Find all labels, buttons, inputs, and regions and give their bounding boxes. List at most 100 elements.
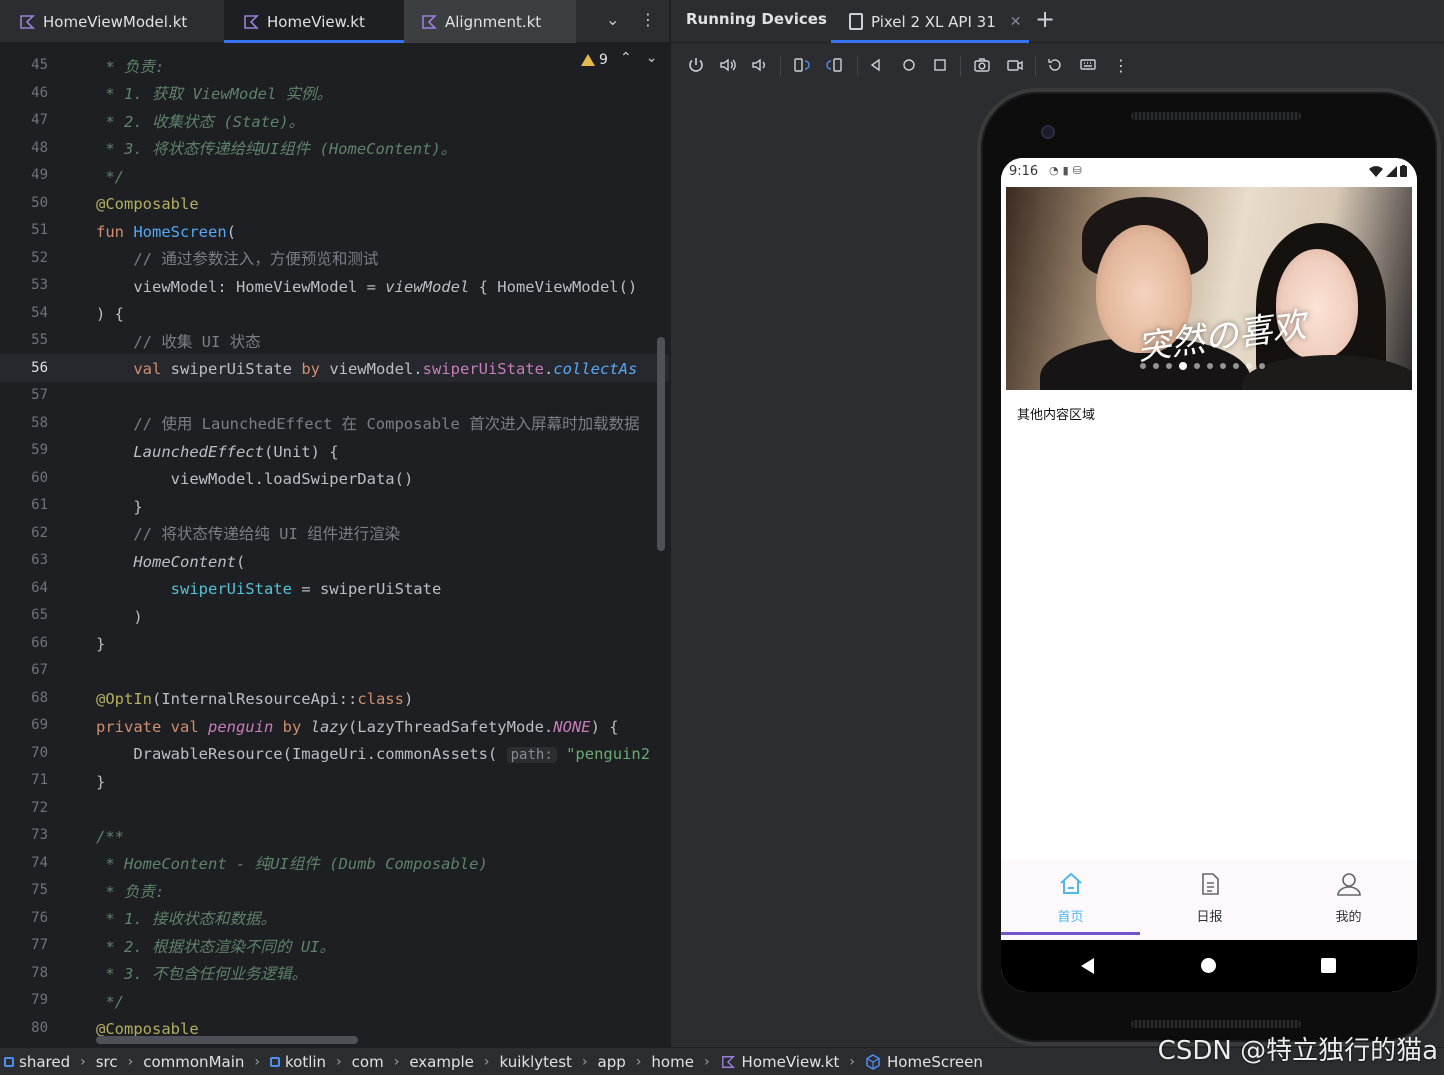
line-number: 66 (31, 634, 48, 651)
vertical-scrollbar[interactable] (657, 337, 665, 551)
back-icon[interactable] (865, 54, 887, 76)
back-icon[interactable] (1081, 958, 1094, 974)
nav-item-profile[interactable]: 我的 (1279, 860, 1417, 940)
chevron-down-icon[interactable]: ⌄ (606, 10, 619, 29)
kotlin-file-icon (721, 1055, 735, 1068)
code-line-68: @OptIn(InternalResourceApi::class) (96, 690, 414, 708)
front-camera (1041, 125, 1055, 139)
chevron-right-icon: › (483, 1053, 490, 1070)
home-icon[interactable] (898, 54, 920, 76)
line-number: 67 (31, 662, 48, 678)
code-editor[interactable]: HomeViewModel.kt HomeView.kt Alignment.k… (0, 0, 669, 1047)
breadcrumb-item[interactable]: kotlin (269, 1053, 326, 1071)
tab-pixel-device[interactable]: Pixel 2 XL API 31 ✕ (831, 0, 1029, 43)
kotlin-file-icon (244, 14, 259, 29)
power-icon[interactable] (685, 54, 707, 76)
breadcrumb-item[interactable]: com (352, 1053, 384, 1071)
banner-page-indicator (1140, 362, 1265, 370)
line-number: 59 (31, 442, 48, 458)
line-number: 80 (31, 1019, 48, 1036)
breadcrumb-label: app (597, 1052, 626, 1071)
code-line-50: @Composable (96, 195, 199, 213)
line-number: 53 (31, 277, 48, 293)
breadcrumb-item[interactable]: src (96, 1053, 118, 1071)
content-placeholder: 其他内容区域 (1017, 408, 1096, 423)
line-number: 55 (31, 332, 48, 348)
breadcrumb-item[interactable]: HomeScreen (865, 1053, 983, 1071)
page-dot (1140, 363, 1146, 369)
breadcrumb-label: kuiklytest (499, 1052, 572, 1071)
line-number: 58 (31, 414, 48, 431)
code-line-46: * 1. 获取 ViewModel 实例。 (96, 85, 333, 103)
tab-homeview-kt[interactable]: HomeView.kt (224, 0, 404, 43)
chevron-up-icon[interactable]: ⌃ (620, 50, 646, 66)
breadcrumb-item[interactable]: example (409, 1053, 474, 1071)
volume-down-icon[interactable] (748, 54, 770, 76)
nav-item-home[interactable]: 首页 (1001, 860, 1140, 940)
breadcrumb-item[interactable]: app (598, 1053, 626, 1071)
nav-label: 我的 (1335, 910, 1362, 925)
volume-up-icon[interactable] (717, 54, 739, 76)
device-tab-label: Pixel 2 XL API 31 (871, 12, 996, 31)
module-icon (4, 1056, 14, 1067)
reset-icon[interactable] (1044, 54, 1066, 76)
document-icon (1201, 873, 1219, 895)
close-icon[interactable]: ✕ (1010, 14, 1022, 30)
code-line-76: * 1. 接收状态和数据。 (96, 910, 276, 928)
nav-item-daily[interactable]: 日报 (1140, 860, 1279, 940)
code-line-74: * HomeContent - 纯UI组件 (Dumb Composable) (96, 855, 488, 873)
warning-icon (581, 54, 595, 66)
code-line-71: } (96, 773, 106, 791)
home-button-icon[interactable] (1201, 958, 1216, 973)
code-line-78: * 3. 不包含任何业务逻辑。 (96, 965, 307, 983)
tab-homeviewmodel-kt[interactable]: HomeViewModel.kt (0, 0, 224, 43)
rotate-right-icon[interactable] (824, 54, 846, 76)
chevron-down-icon[interactable]: ⌄ (646, 50, 672, 66)
breadcrumb-item[interactable]: HomeView.kt (720, 1053, 839, 1071)
editor-tab-bar: HomeViewModel.kt HomeView.kt Alignment.k… (0, 0, 669, 43)
device-icon (849, 13, 863, 30)
page-dot (1220, 363, 1226, 369)
tab-alignment-kt[interactable]: Alignment.kt (404, 0, 576, 43)
breadcrumb-item[interactable]: home (651, 1053, 694, 1071)
add-device-icon[interactable]: + (1035, 5, 1055, 33)
line-number: 52 (31, 249, 48, 266)
more-icon[interactable]: ⋮ (1110, 54, 1132, 76)
overview-icon[interactable] (929, 54, 951, 76)
horizontal-scrollbar[interactable] (96, 1036, 358, 1044)
keyboard-icon[interactable] (1077, 54, 1099, 76)
screenshot-icon[interactable] (971, 54, 993, 76)
kotlin-file-icon (422, 14, 437, 29)
toolbar-separator (960, 56, 961, 76)
rotate-left-icon[interactable] (790, 54, 812, 76)
page-dot (1207, 363, 1213, 369)
breadcrumb-item[interactable]: kuiklytest (500, 1053, 572, 1071)
code-line-75: * 负责: (96, 883, 165, 901)
screen-record-icon[interactable] (1004, 54, 1026, 76)
line-number: 45 (31, 57, 48, 73)
breadcrumb-item[interactable]: commonMain (143, 1053, 244, 1071)
more-vertical-icon[interactable]: ⋮ (640, 10, 656, 29)
signal-icon (1386, 166, 1397, 177)
swiper-banner[interactable]: 突然の喜欢 (1006, 187, 1412, 390)
breadcrumb-label: com (351, 1052, 384, 1071)
problem-navigation[interactable]: ⌃⌄ (620, 50, 671, 66)
code-line-62: // 将状态传递给纯 UI 组件进行渲染 (96, 525, 401, 543)
recents-icon[interactable] (1321, 958, 1336, 973)
warnings-indicator[interactable]: 9 (581, 52, 608, 68)
sd-card-icon: ▮ (1062, 164, 1073, 177)
device-screen[interactable]: 9:16 ◔▮⛁ 突然の喜欢 其他内容区域 首页 日报 我的 (1001, 158, 1417, 992)
code-line-47: * 2. 收集状态 (State)。 (96, 113, 305, 131)
page-dot (1166, 363, 1172, 369)
code-area[interactable]: * 负责: * 1. 获取 ViewModel 实例。 * 2. 收集状态 (S… (96, 43, 669, 1047)
line-number: 48 (31, 139, 48, 156)
tab-label: Alignment.kt (445, 12, 542, 31)
toolbar-separator (780, 56, 781, 76)
page-dot (1246, 363, 1252, 369)
line-number: 49 (31, 167, 48, 183)
line-number: 73 (31, 827, 48, 843)
code-line-51: fun HomeScreen( (96, 223, 236, 241)
breadcrumb-item[interactable]: shared (4, 1053, 70, 1071)
line-number: 54 (31, 304, 48, 321)
status-notification-icons: ◔▮⛁ (1049, 164, 1086, 177)
